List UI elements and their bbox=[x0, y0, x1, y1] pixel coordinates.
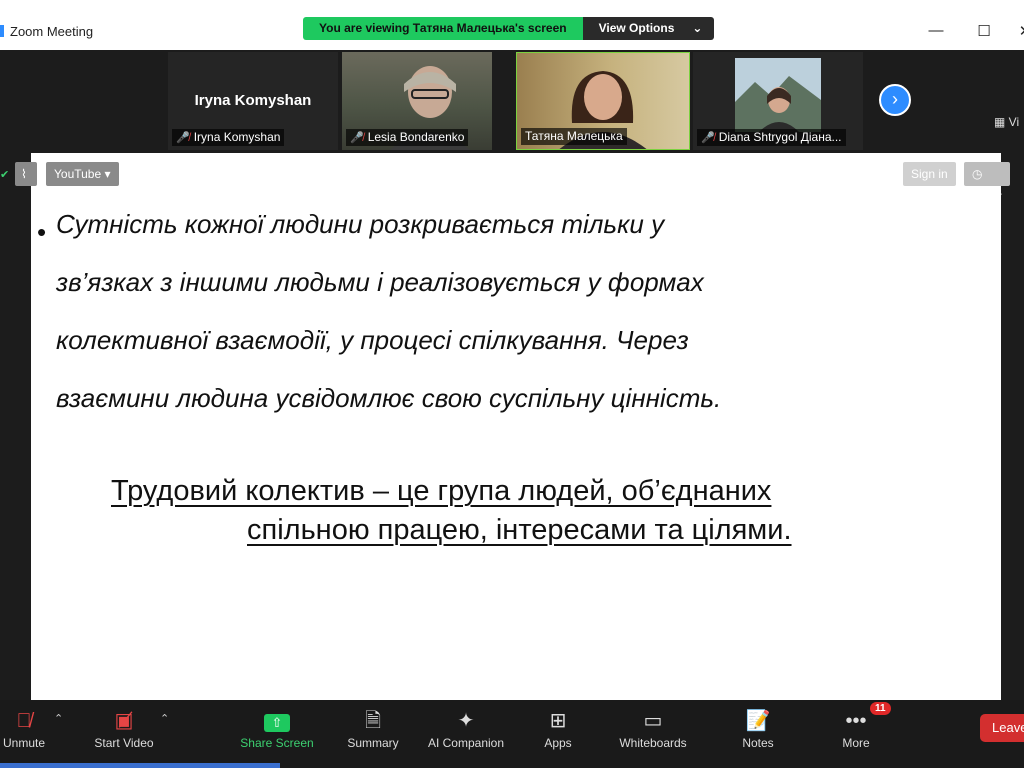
shared-screen-content: ⌇ YouTube ▾ Sign in ◷ 00:07 • Сутність к… bbox=[15, 153, 1011, 700]
notes-label: Notes bbox=[742, 736, 774, 750]
definition-line: спільною працею, інтересами та цілями. bbox=[247, 514, 792, 546]
participant-nameplate: Татяна Малецька bbox=[521, 128, 627, 145]
grid-icon: ▦ bbox=[994, 115, 1009, 129]
title-bar: Zoom Meeting You are viewing Татяна Мале… bbox=[0, 0, 1024, 51]
whiteboard-icon: ▭ bbox=[643, 710, 663, 732]
bullet-icon: • bbox=[37, 217, 47, 247]
apps-button[interactable]: ⊞ Apps bbox=[537, 708, 579, 750]
muted-microphone-icon: 🎙̸ bbox=[16, 710, 32, 732]
more-notification-badge: 11 bbox=[870, 702, 891, 715]
connection-icon: ✔ bbox=[0, 169, 10, 181]
share-screen-label: Share Screen bbox=[240, 736, 314, 750]
viewing-screen-text: You are viewing Татяна Малецька's screen bbox=[303, 17, 583, 40]
video-options-caret-icon[interactable]: ⌃ bbox=[160, 712, 169, 725]
participant-nameplate: 🎤̸ Iryna Komyshan bbox=[172, 129, 285, 146]
share-screen-icon: ⇧ bbox=[238, 708, 316, 734]
clock-icon: ◷ bbox=[972, 167, 983, 181]
muted-mic-icon: 🎤̸ bbox=[350, 132, 364, 144]
participant-name: Lesia Bondarenko bbox=[367, 130, 465, 144]
summary-button[interactable]: 🗎 Summary bbox=[342, 708, 404, 750]
summary-label: Summary bbox=[347, 736, 399, 750]
start-video-button[interactable]: ▣̸ Start Video bbox=[90, 708, 158, 750]
participant-tile[interactable]: 🎤̸ Diana Shtrygol Діана... bbox=[693, 52, 863, 150]
participant-strip: Iryna Komyshan 🎤̸ Iryna Komyshan 🎤̸ Lesia … bbox=[0, 50, 1024, 153]
participant-tile[interactable]: Iryna Komyshan 🎤̸ Iryna Komyshan bbox=[168, 52, 338, 150]
participant-tile-active-speaker[interactable]: Татяна Малецька bbox=[516, 52, 690, 150]
participant-nameplate: 🎤̸ Lesia Bondarenko bbox=[346, 129, 469, 146]
participant-name: Iryna Komyshan bbox=[193, 130, 281, 144]
view-options-button[interactable]: View Options ⌄ bbox=[582, 17, 715, 40]
view-label: Vi bbox=[1008, 115, 1020, 129]
window-title: Zoom Meeting bbox=[10, 24, 94, 39]
view-options-label: View Options bbox=[598, 21, 675, 35]
rss-icon[interactable]: ⌇ bbox=[15, 162, 37, 186]
app-title: Zoom Meeting bbox=[0, 24, 93, 39]
start-video-label: Start Video bbox=[94, 736, 154, 750]
minimize-button[interactable]: — bbox=[921, 22, 951, 39]
summary-icon: 🗎 bbox=[364, 710, 382, 732]
sparkle-icon: ✦ bbox=[457, 710, 475, 732]
share-screen-button[interactable]: ⇧ Share Screen bbox=[238, 708, 316, 750]
view-menu-button[interactable]: ▦ Vi bbox=[994, 115, 1019, 129]
unmute-button[interactable]: 🎙̸ Unmute bbox=[0, 708, 48, 750]
next-page-arrow-icon[interactable]: › bbox=[879, 84, 911, 116]
participant-name: Diana Shtrygol Діана... bbox=[718, 130, 842, 144]
zoom-app-icon bbox=[0, 25, 4, 37]
unmute-label: Unmute bbox=[2, 736, 46, 750]
screen-share-banner: You are viewing Татяна Малецька's screen… bbox=[303, 17, 715, 40]
sign-in-button[interactable]: Sign in bbox=[903, 162, 956, 186]
leave-label: Leave bbox=[992, 720, 1024, 735]
youtube-label: YouTube bbox=[54, 167, 102, 181]
apps-icon: ⊞ bbox=[549, 710, 567, 732]
timer-value: 00:07 bbox=[972, 191, 1003, 205]
ai-companion-button[interactable]: ✦ AI Companion bbox=[422, 708, 510, 750]
slide-text-line: взаємини людина усвідомлює свою суспільн… bbox=[56, 383, 722, 413]
audio-options-caret-icon[interactable]: ⌃ bbox=[54, 712, 63, 725]
notes-button[interactable]: 📝 Notes bbox=[736, 708, 780, 750]
youtube-dropdown[interactable]: YouTube ▾ bbox=[46, 162, 119, 186]
notes-icon: 📝 bbox=[745, 710, 771, 732]
participant-name: Татяна Малецька bbox=[525, 129, 623, 143]
leave-button[interactable]: Leave bbox=[980, 714, 1024, 742]
video-off-icon: ▣̸ bbox=[114, 710, 134, 732]
participant-tile[interactable]: 🎤̸ Lesia Bondarenko bbox=[342, 52, 492, 150]
ai-companion-label: AI Companion bbox=[427, 736, 505, 750]
definition-line: Трудовий колектив – це група людей, об’є… bbox=[111, 475, 772, 507]
slide-text-line: зв’язках з іншими людьми і реалізовуєтьс… bbox=[56, 267, 704, 297]
whiteboards-button[interactable]: ▭ Whiteboards bbox=[614, 708, 692, 750]
slide-text-line: колективної взаємодії, у процесі спілкув… bbox=[56, 325, 689, 355]
chevron-down-icon: ⌄ bbox=[692, 21, 703, 35]
whiteboards-label: Whiteboards bbox=[619, 736, 687, 750]
timer-badge: ◷ 00:07 bbox=[964, 162, 1011, 205]
caret-down-icon: ▾ bbox=[104, 167, 111, 181]
participant-center-name: Iryna Komyshan bbox=[194, 92, 312, 109]
more-button[interactable]: ••• More bbox=[836, 708, 876, 750]
apps-label: Apps bbox=[544, 736, 572, 750]
taskbar-fragment bbox=[0, 763, 280, 768]
close-button[interactable]: ✕ bbox=[1010, 22, 1024, 40]
muted-mic-icon: 🎤̸ bbox=[176, 132, 190, 144]
sign-in-label: Sign in bbox=[911, 167, 948, 181]
more-label: More bbox=[842, 736, 870, 750]
participant-nameplate: 🎤̸ Diana Shtrygol Діана... bbox=[697, 129, 846, 146]
muted-mic-icon: 🎤̸ bbox=[701, 132, 715, 144]
maximize-button[interactable]: ☐ bbox=[969, 22, 999, 40]
slide-text-line: Сутність кожної людини розкривається тіл… bbox=[56, 209, 665, 239]
